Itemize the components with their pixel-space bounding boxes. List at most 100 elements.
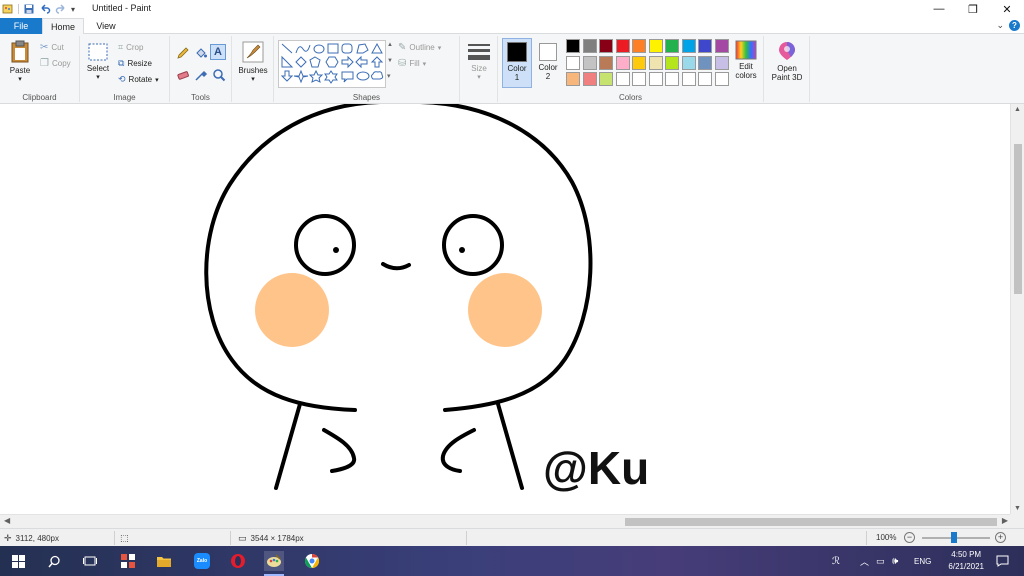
scroll-left-icon[interactable]: ◀	[4, 516, 10, 525]
paste-dropdown-icon[interactable]: ▾	[6, 75, 34, 83]
palette-swatch[interactable]	[665, 72, 679, 86]
palette-swatch[interactable]	[582, 55, 597, 70]
edit-colors-button[interactable]: Edit colors	[730, 40, 762, 80]
shapes-scroll-down-icon[interactable]: ▼	[387, 58, 393, 64]
palette-swatch[interactable]	[632, 39, 646, 53]
color-picker-icon[interactable]	[194, 68, 208, 82]
palette-swatch[interactable]	[599, 55, 613, 70]
scroll-up-icon[interactable]: ▲	[1014, 106, 1021, 113]
resize-button[interactable]: ⧉ Resize	[118, 58, 152, 69]
palette-swatch[interactable]	[714, 72, 729, 86]
people-icon[interactable]: ℛ	[832, 556, 840, 567]
taskbar-app-grid[interactable]	[118, 551, 138, 571]
color2-button[interactable]: Color 2	[534, 38, 562, 88]
undo-icon[interactable]	[39, 3, 51, 15]
horizontal-scroll-thumb[interactable]	[625, 518, 997, 526]
palette-swatch[interactable]	[582, 39, 597, 53]
shapes-more-icon[interactable]: ▾	[387, 72, 391, 80]
palette-swatch[interactable]	[648, 55, 663, 70]
show-hidden-icons-icon[interactable]: ︿	[860, 555, 869, 568]
palette-swatch[interactable]	[698, 55, 712, 70]
crop-button[interactable]: ⌗ Crop	[118, 42, 143, 53]
search-button[interactable]	[44, 551, 64, 571]
paint-app-icon[interactable]	[2, 3, 14, 15]
select-dropdown-icon[interactable]: ▾	[84, 73, 112, 81]
palette-swatch[interactable]	[648, 72, 663, 86]
vertical-scroll-thumb[interactable]	[1014, 144, 1022, 294]
palette-swatch[interactable]	[681, 55, 696, 70]
taskbar-chrome[interactable]	[302, 551, 322, 571]
battery-icon[interactable]: ▭	[876, 556, 885, 567]
vertical-scrollbar[interactable]: ▲ ▼	[1010, 104, 1024, 514]
palette-swatch[interactable]	[681, 72, 696, 86]
tab-view[interactable]: View	[86, 18, 126, 34]
redo-icon[interactable]	[55, 3, 67, 15]
cut-button[interactable]: ✂ Cut	[40, 42, 64, 53]
palette-swatch[interactable]	[698, 72, 712, 86]
restore-button[interactable]: ❐	[956, 0, 990, 18]
rotate-dropdown-icon[interactable]: ▾	[155, 76, 159, 84]
taskbar-paint[interactable]	[264, 551, 284, 576]
drawing-canvas[interactable]: @Ku	[0, 104, 1010, 514]
palette-swatch[interactable]	[632, 72, 646, 86]
save-icon[interactable]	[23, 3, 35, 15]
scroll-down-icon[interactable]: ▼	[1014, 505, 1021, 512]
brushes-button[interactable]: Brushes ▾	[234, 40, 272, 83]
close-button[interactable]: ✕	[990, 0, 1024, 18]
tab-file[interactable]: File	[0, 18, 42, 34]
volume-icon[interactable]: 🕪	[892, 556, 898, 567]
palette-swatch[interactable]	[582, 72, 597, 86]
text-tool-button[interactable]: A	[210, 44, 226, 60]
input-language[interactable]: ENG	[914, 557, 931, 566]
scroll-right-icon[interactable]: ▶	[1002, 516, 1008, 525]
palette-swatch[interactable]	[599, 39, 613, 53]
customize-qa-dropdown-icon[interactable]: ▾	[71, 5, 75, 14]
taskbar-file-explorer[interactable]	[154, 551, 174, 571]
palette-swatch[interactable]	[615, 72, 630, 86]
start-button[interactable]	[8, 551, 28, 571]
size-button[interactable]: Size ▾	[464, 42, 494, 81]
zoom-in-button[interactable]: +	[995, 532, 1006, 543]
fill-button[interactable]: ⛁ Fill ▾	[398, 58, 426, 69]
notification-center-button[interactable]	[992, 551, 1012, 571]
tab-home[interactable]: Home	[42, 18, 84, 35]
palette-swatch[interactable]	[714, 39, 729, 53]
minimize-button[interactable]: —	[922, 0, 956, 18]
task-view-button[interactable]	[80, 551, 100, 571]
select-button[interactable]: Select ▾	[84, 42, 112, 81]
palette-swatch[interactable]	[566, 72, 580, 86]
color1-button[interactable]: Color 1	[502, 38, 532, 88]
copy-button[interactable]: ❐ Copy	[40, 58, 71, 69]
palette-swatch[interactable]	[648, 39, 663, 53]
taskbar-opera[interactable]	[228, 551, 248, 571]
taskbar-clock[interactable]: 4:50 PM 6/21/2021	[948, 549, 984, 573]
horizontal-scrollbar[interactable]: ◀ ▶	[0, 514, 1010, 528]
palette-swatch[interactable]	[599, 72, 613, 86]
palette-swatch[interactable]	[698, 39, 712, 53]
open-paint3d-button[interactable]: Open Paint 3D	[766, 40, 808, 82]
zoom-out-button[interactable]: −	[904, 532, 915, 543]
help-icon[interactable]: ?	[1009, 20, 1020, 31]
image-dimensions: ▭ 3544 × 1784px	[238, 533, 304, 544]
collapse-ribbon-icon[interactable]: ⌄	[996, 20, 1004, 31]
palette-swatch[interactable]	[566, 55, 580, 70]
zoom-slider-thumb[interactable]	[951, 532, 957, 543]
palette-swatch[interactable]	[632, 55, 646, 70]
taskbar-zalo[interactable]: Zalo	[192, 551, 212, 571]
palette-swatch[interactable]	[665, 39, 679, 53]
palette-swatch[interactable]	[566, 39, 580, 53]
palette-swatch[interactable]	[665, 55, 679, 70]
shapes-scroll-up-icon[interactable]: ▲	[387, 42, 393, 48]
rotate-button[interactable]: ⟲ Rotate ▾	[118, 74, 159, 85]
eraser-icon[interactable]	[176, 68, 190, 82]
palette-swatch[interactable]	[615, 39, 630, 53]
paste-button[interactable]: Paste ▾	[6, 40, 34, 83]
palette-swatch[interactable]	[714, 55, 729, 70]
outline-button[interactable]: ✎ Outline ▾	[398, 42, 441, 53]
magnifier-icon[interactable]	[212, 68, 226, 82]
palette-swatch[interactable]	[615, 55, 630, 70]
brushes-dropdown-icon[interactable]: ▾	[234, 75, 272, 83]
palette-swatch[interactable]	[681, 39, 696, 53]
fill-bucket-icon[interactable]	[194, 46, 208, 60]
pencil-icon[interactable]	[176, 46, 190, 60]
